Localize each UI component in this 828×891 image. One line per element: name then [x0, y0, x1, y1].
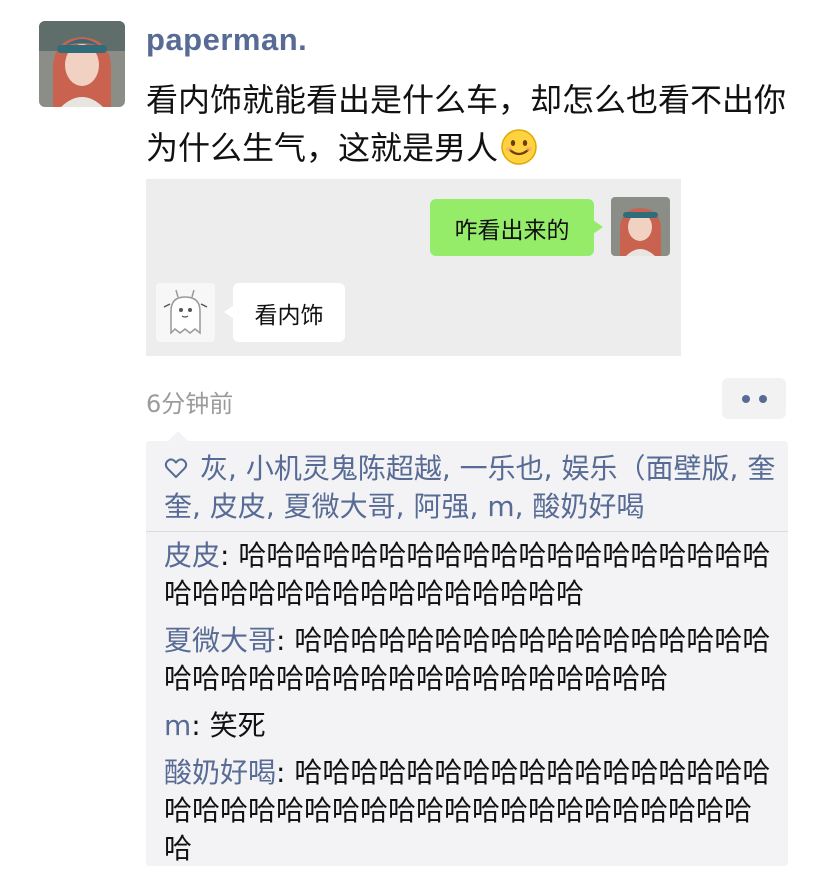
comments-list: 皮皮: 哈哈哈哈哈哈哈哈哈哈哈哈哈哈哈哈哈哈哈哈哈哈哈哈哈哈哈哈哈哈哈哈哈哈 夏…	[164, 537, 776, 877]
post-text: 看内饰就能看出是什么车，却怎么也看不出你为什么生气，这就是男人	[146, 76, 796, 172]
heart-icon	[164, 458, 188, 479]
incoming-message-bubble: 看内饰	[224, 283, 345, 342]
comment-item[interactable]: 皮皮: 哈哈哈哈哈哈哈哈哈哈哈哈哈哈哈哈哈哈哈哈哈哈哈哈哈哈哈哈哈哈哈哈哈哈	[164, 537, 776, 613]
comment-author[interactable]: m	[164, 709, 191, 742]
comment-item[interactable]: 夏微大哥: 哈哈哈哈哈哈哈哈哈哈哈哈哈哈哈哈哈哈哈哈哈哈哈哈哈哈哈哈哈哈哈哈哈哈…	[164, 622, 776, 698]
post-timestamp: 6分钟前	[146, 390, 234, 418]
comment-item[interactable]: 酸奶好喝: 哈哈哈哈哈哈哈哈哈哈哈哈哈哈哈哈哈哈哈哈哈哈哈哈哈哈哈哈哈哈哈哈哈哈…	[164, 754, 776, 868]
divider	[146, 531, 788, 532]
like-name[interactable]: 阿强	[413, 490, 469, 523]
chat-screenshot-image[interactable]: 咋看出来的 看内饰	[146, 179, 681, 356]
comment-item[interactable]: m: 笑死	[164, 707, 776, 745]
more-actions-button[interactable]	[722, 378, 786, 419]
post-text-content: 看内饰就能看出是什么车，却怎么也看不出你为什么生气，这就是男人	[146, 81, 787, 167]
moments-post: paperman. 看内饰就能看出是什么车，却怎么也看不出你为什么生气，这就是男…	[0, 0, 828, 891]
smile-emoji-icon	[501, 129, 537, 165]
chat-self-avatar	[611, 197, 670, 256]
likes-comments-panel: 灰, 小机灵鬼陈超越, 一乐也, 娱乐（面壁版, 奎奎, 皮皮, 夏微大哥, 阿…	[146, 431, 788, 866]
like-name[interactable]: 娱乐（面壁版	[561, 452, 729, 485]
comment-text: 笑死	[209, 709, 266, 742]
like-name[interactable]: 小机灵鬼陈超越	[246, 452, 442, 485]
like-name[interactable]: 灰	[200, 452, 228, 485]
chat-other-avatar	[156, 283, 215, 342]
like-name[interactable]: 皮皮	[210, 490, 266, 523]
dot-icon	[758, 394, 767, 403]
comment-author[interactable]: 皮皮	[164, 539, 220, 572]
like-name[interactable]: 一乐也	[460, 452, 544, 485]
outgoing-message-bubble: 咋看出来的	[430, 199, 603, 256]
comment-text: 哈哈哈哈哈哈哈哈哈哈哈哈哈哈哈哈哈哈哈哈哈哈哈哈哈哈哈哈哈哈哈哈哈哈	[164, 539, 771, 610]
comment-author[interactable]: 夏微大哥	[164, 624, 276, 657]
like-name[interactable]: m	[487, 490, 514, 523]
dot-icon	[741, 394, 750, 403]
comment-author[interactable]: 酸奶好喝	[164, 756, 276, 789]
username[interactable]: paperman.	[146, 22, 307, 58]
like-name[interactable]: 夏微大哥	[284, 490, 396, 523]
avatar[interactable]	[39, 21, 125, 107]
like-name[interactable]: 酸奶好喝	[532, 490, 644, 523]
likes-list: 灰, 小机灵鬼陈超越, 一乐也, 娱乐（面壁版, 奎奎, 皮皮, 夏微大哥, 阿…	[164, 452, 776, 523]
